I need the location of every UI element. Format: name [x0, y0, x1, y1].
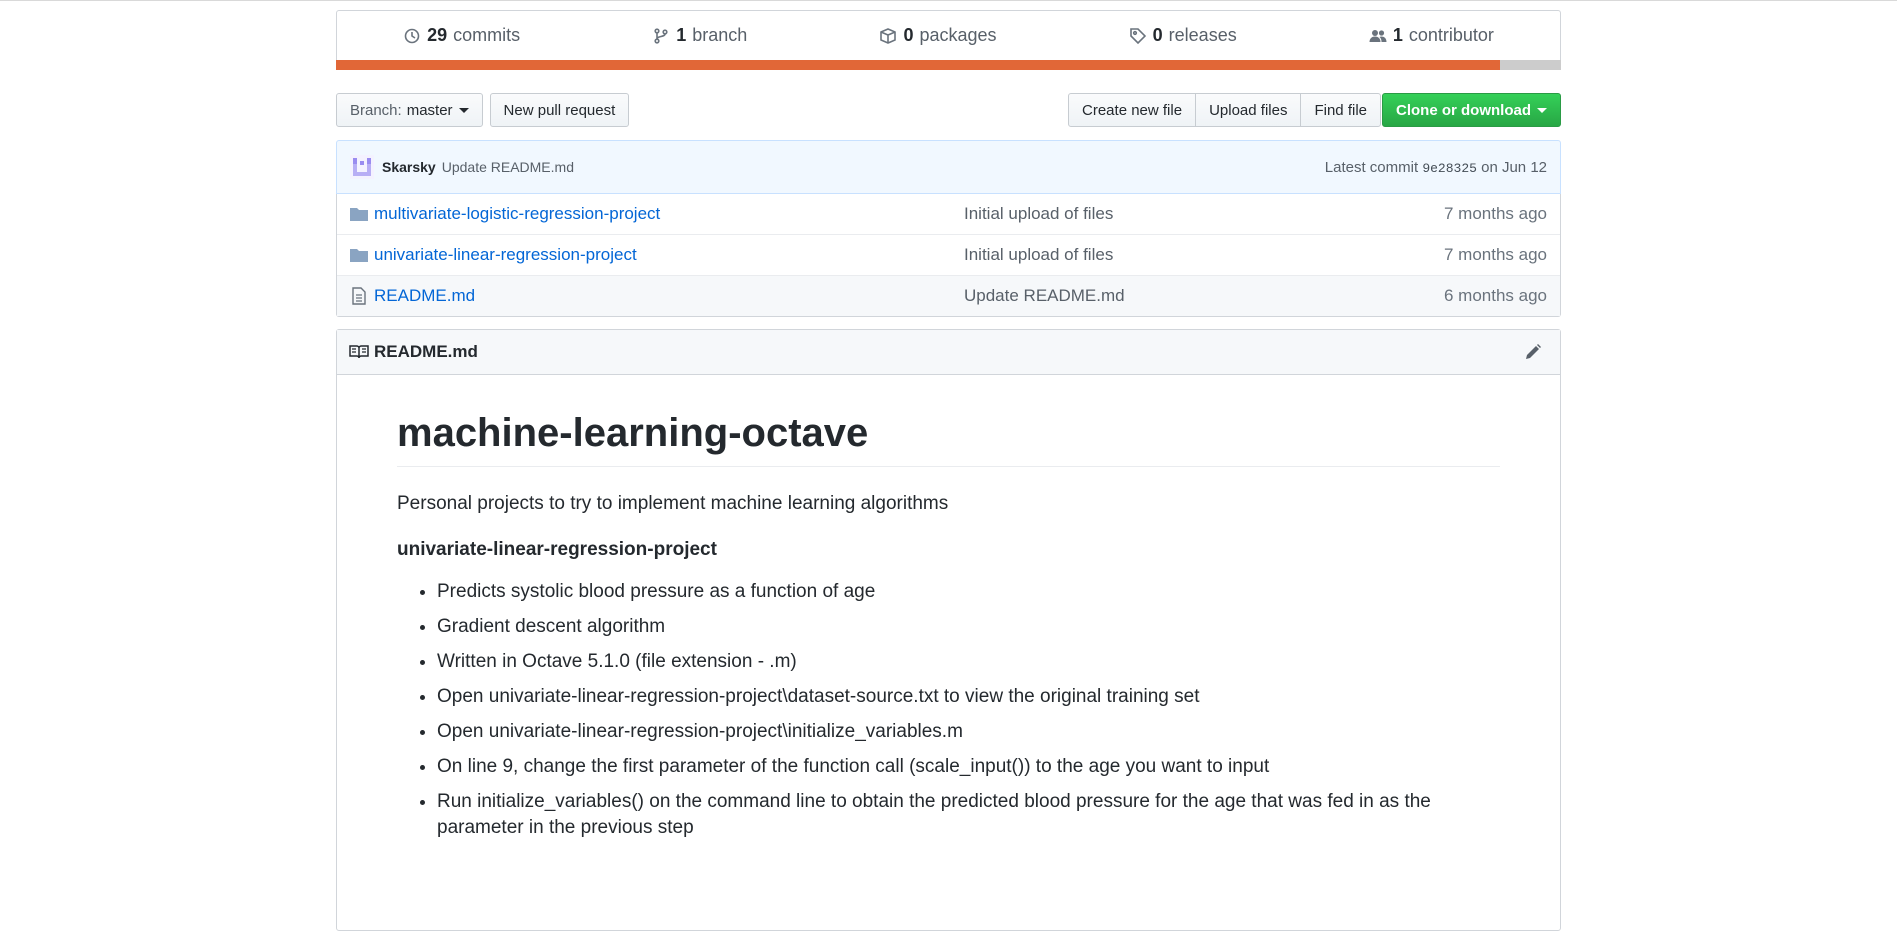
table-row: univariate-linear-regression-project Ini… [337, 234, 1560, 275]
branches-label: branch [692, 25, 748, 45]
language-bar[interactable] [336, 60, 1561, 70]
file-commit-message[interactable]: Initial upload of files [964, 204, 1113, 224]
releases-label: releases [1168, 25, 1237, 45]
file-icon [352, 287, 366, 305]
readme-content: machine-learning-octave Personal project… [337, 375, 1560, 841]
contributors-count: 1 [1392, 25, 1403, 45]
commit-author-link[interactable]: Skarsky [382, 159, 436, 175]
list-item: On line 9, change the first parameter of… [437, 754, 1500, 780]
commits-label: commits [453, 25, 521, 45]
commit-message-link[interactable]: Update README.md [442, 159, 574, 175]
list-item: Run initialize_variables() on the comman… [437, 789, 1500, 841]
file-commit-message[interactable]: Initial upload of files [964, 245, 1113, 265]
file-name-link[interactable]: univariate-linear-regression-project [374, 245, 637, 265]
folder-icon [350, 208, 368, 221]
file-name-link[interactable]: multivariate-logistic-regression-project [374, 204, 660, 224]
numbers-summary: 29 commits 1 branch 0 packages 0 release… [336, 10, 1561, 60]
file-age: 7 months ago [1443, 245, 1547, 264]
upload-files-button[interactable]: Upload files [1195, 93, 1302, 127]
language-bar-secondary [1499, 60, 1561, 70]
avatar[interactable] [350, 155, 374, 179]
contributors-label: contributor [1408, 25, 1494, 45]
caret-down-icon [458, 107, 469, 113]
packages-label: packages [919, 25, 997, 45]
list-item: Written in Octave 5.1.0 (file extension … [437, 649, 1500, 675]
latest-commit-label: Latest commit [1324, 158, 1419, 176]
branches-count: 1 [676, 25, 687, 45]
packages-link[interactable]: 0 packages [879, 25, 997, 46]
branches-link[interactable]: 1 branch [652, 25, 747, 46]
commit-sha-link[interactable]: 9e28325 [1422, 161, 1477, 176]
repository-content: 29 commits 1 branch 0 packages 0 release… [336, 10, 1561, 931]
list-item: Gradient descent algorithm [437, 614, 1500, 640]
readme-panel: README.md machine-learning-octave Person… [336, 329, 1561, 931]
releases-count: 0 [1152, 25, 1163, 45]
table-row: multivariate-logistic-regression-project… [337, 194, 1560, 234]
releases-link[interactable]: 0 releases [1129, 25, 1237, 46]
clone-or-download-button[interactable]: Clone or download [1382, 93, 1561, 127]
readme-bullet-list: Predicts systolic blood pressure as a fu… [397, 579, 1500, 841]
language-bar-primary [336, 60, 1500, 70]
readme-intro: Personal projects to try to implement ma… [397, 493, 949, 514]
readme-header: README.md [337, 330, 1560, 375]
branch-select-button[interactable]: Branch: master [336, 93, 483, 127]
new-pull-request-button[interactable]: New pull request [489, 93, 630, 127]
file-age: 7 months ago [1443, 204, 1547, 223]
branch-prefix: Branch: [350, 101, 402, 119]
commits-link[interactable]: 29 commits [403, 25, 520, 46]
folder-icon [350, 249, 368, 262]
list-item: Open univariate-linear-regression-projec… [437, 719, 1500, 745]
create-new-file-button[interactable]: Create new file [1068, 93, 1197, 127]
tag-icon [1129, 27, 1146, 44]
table-row: README.md Update README.md 6 months ago [337, 275, 1560, 316]
commits-count: 29 [427, 25, 448, 45]
caret-down-icon [1537, 107, 1547, 113]
branch-icon [654, 27, 668, 44]
book-icon [349, 345, 369, 359]
files-table: multivariate-logistic-regression-project… [336, 194, 1561, 317]
packages-count: 0 [903, 25, 914, 45]
pencil-icon[interactable] [1523, 342, 1543, 362]
people-icon [1369, 29, 1387, 42]
branch-name: master [406, 101, 453, 119]
readme-title: machine-learning-octave [397, 411, 1500, 467]
file-navigation: Branch: master New pull request Create n… [336, 92, 1561, 128]
history-icon [404, 28, 420, 43]
contributors-link[interactable]: 1 contributor [1369, 25, 1494, 46]
commit-date: on Jun 12 [1481, 158, 1547, 176]
find-file-button[interactable]: Find file [1300, 93, 1381, 127]
package-icon [880, 27, 897, 44]
file-age: 6 months ago [1443, 286, 1547, 305]
commit-tease: Skarsky Update README.md Latest commit 9… [336, 140, 1561, 194]
list-item: Predicts systolic blood pressure as a fu… [437, 579, 1500, 605]
file-name-link[interactable]: README.md [374, 286, 475, 306]
readme-filename: README.md [374, 342, 478, 361]
top-border [0, 0, 1897, 1]
readme-section-heading: univariate-linear-regression-project [397, 539, 717, 560]
latest-commit-info: Latest commit 9e28325 on Jun 12 [1325, 159, 1547, 176]
clone-or-download-label: Clone or download [1396, 101, 1531, 119]
file-actions-group: Create new file Upload files Find file [1068, 93, 1381, 127]
file-commit-message[interactable]: Update README.md [964, 286, 1125, 306]
list-item: Open univariate-linear-regression-projec… [437, 684, 1500, 710]
